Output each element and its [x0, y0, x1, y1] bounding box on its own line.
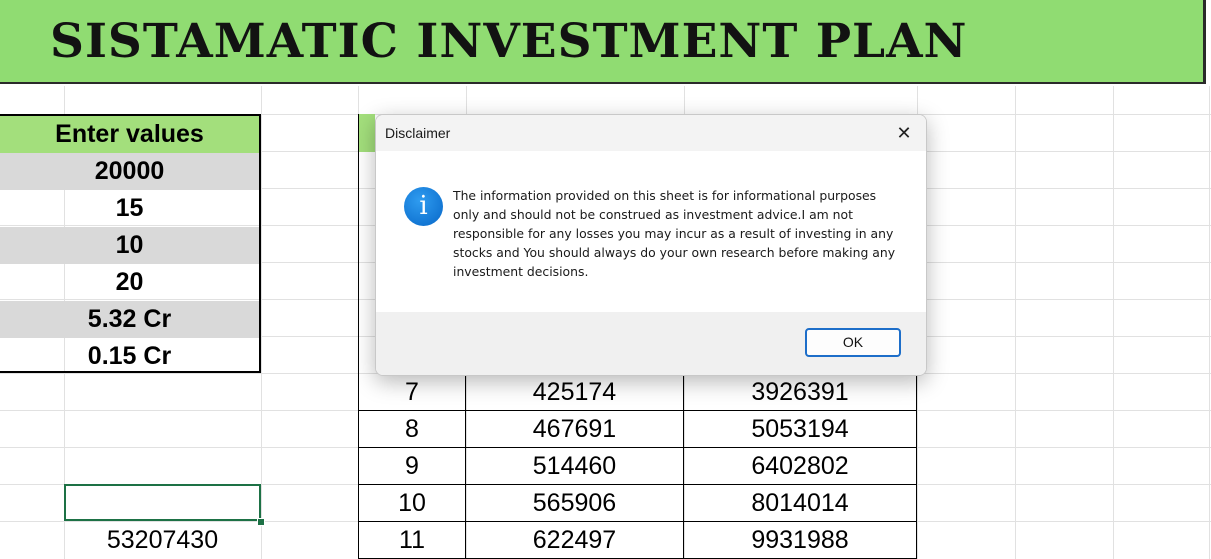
dialog-title: Disclaimer — [385, 125, 451, 141]
invested-cell[interactable]: 514460 — [465, 448, 683, 485]
dialog-titlebar[interactable]: Disclaimer ✕ — [376, 115, 926, 151]
total-cell[interactable]: 53207430 — [64, 522, 261, 559]
input-cell-2[interactable]: 15 — [0, 190, 259, 227]
year-cell[interactable]: 7 — [358, 374, 465, 411]
ok-button[interactable]: OK — [805, 328, 901, 357]
invested-cell[interactable]: 467691 — [465, 411, 683, 448]
invested-cell[interactable]: 425174 — [465, 374, 683, 411]
info-icon: i — [404, 187, 443, 226]
value-cell[interactable]: 3926391 — [683, 374, 917, 411]
input-header[interactable]: Enter values — [0, 116, 259, 153]
table-row: 8 467691 5053194 — [358, 411, 917, 448]
table-row: 10 565906 8014014 — [358, 485, 917, 522]
input-cell-1[interactable]: 20000 — [0, 153, 259, 190]
dialog-message: The information provided on this sheet i… — [453, 188, 896, 279]
input-table: Enter values 20000 15 10 20 5.32 Cr 0.15… — [0, 114, 261, 373]
selected-cell[interactable] — [64, 484, 261, 521]
table-row: 7 425174 3926391 — [358, 374, 917, 411]
input-cell-3[interactable]: 10 — [0, 227, 259, 264]
sheet-title: SISTAMATIC INVESTMENT PLAN — [50, 14, 968, 69]
invested-cell[interactable]: 565906 — [465, 485, 683, 522]
disclaimer-dialog: Disclaimer ✕ i The information provided … — [375, 114, 927, 376]
invested-cell[interactable]: 622497 — [465, 522, 683, 559]
input-cell-6[interactable]: 0.15 Cr — [0, 338, 259, 375]
value-cell[interactable]: 5053194 — [683, 411, 917, 448]
dialog-footer: OK — [376, 312, 926, 375]
close-button[interactable]: ✕ — [882, 115, 926, 151]
value-cell[interactable]: 6402802 — [683, 448, 917, 485]
year-cell[interactable]: 9 — [358, 448, 465, 485]
year-cell[interactable]: 8 — [358, 411, 465, 448]
input-cell-5[interactable]: 5.32 Cr — [0, 301, 259, 338]
title-banner: SISTAMATIC INVESTMENT PLAN — [0, 0, 1206, 84]
table-row: 11 622497 9931988 — [358, 522, 917, 559]
value-cell[interactable]: 8014014 — [683, 485, 917, 522]
value-cell[interactable]: 9931988 — [683, 522, 917, 559]
table-row: 9 514460 6402802 — [358, 448, 917, 485]
input-cell-4[interactable]: 20 — [0, 264, 259, 301]
year-cell[interactable]: 10 — [358, 485, 465, 522]
year-cell[interactable]: 11 — [358, 522, 465, 559]
